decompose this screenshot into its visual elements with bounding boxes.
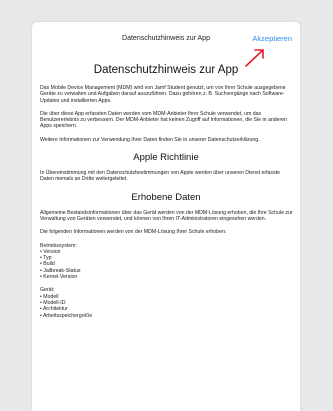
privacy-sheet: Datenschutzhinweis zur App Akzeptieren D… (32, 22, 300, 411)
device-list: • Modell • Modell-ID • Architektur • Arb… (32, 294, 300, 319)
apple-paragraph: In Übereinstimmung mit den Datenschutzbe… (40, 170, 280, 183)
collected-intro-paragraph: Allgemeine Bestandsinformationen über da… (40, 209, 293, 222)
heading-main: Datenschutzhinweis zur App (93, 64, 239, 76)
data-use-paragraph: Die über diese App erfassten Daten werde… (40, 110, 288, 130)
intro-paragraph: Das Mobile Device Management (MDM) wird … (40, 85, 286, 104)
list-item: • Arbeitsspeichergröße (40, 312, 93, 319)
privacy-content: Datenschutzhinweis zur App Das Mobile De… (32, 64, 300, 319)
heading-collected: Erhobene Daten (131, 191, 201, 203)
os-list: • Version • Typ • Build • Jailbreak-Stat… (32, 249, 300, 280)
heading-apple: Apple Richtlinie (133, 152, 199, 164)
accept-button[interactable]: Akzeptieren (252, 34, 292, 43)
